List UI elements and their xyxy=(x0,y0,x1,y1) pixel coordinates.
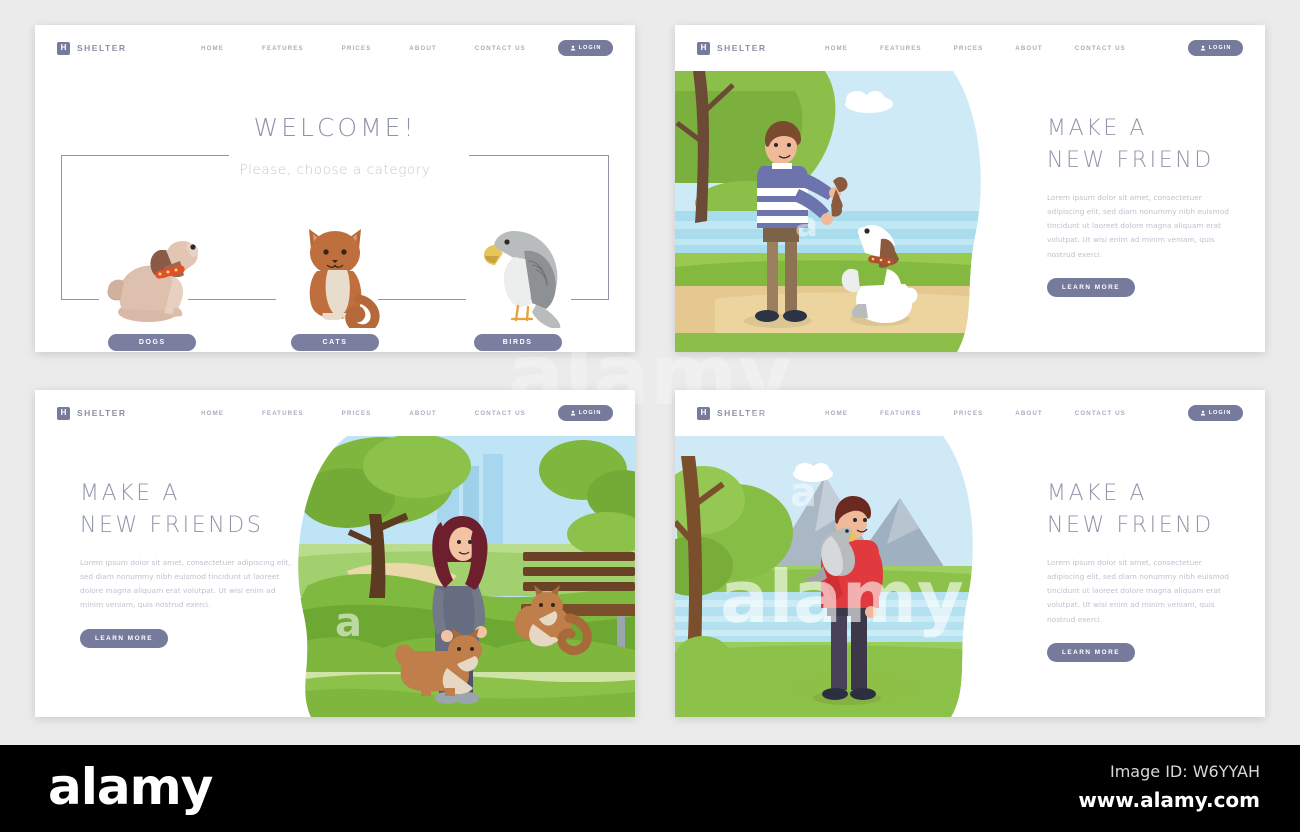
nav-links: HOME FEATURES PRICES ABOUT CONTACT US xyxy=(825,45,1126,52)
brand-logo[interactable]: H SHELTER xyxy=(57,406,177,420)
landing-page-card-bird-hero: H SHELTER HOME FEATURES PRICES ABOUT CON… xyxy=(675,390,1265,717)
nav-link-contact-us[interactable]: CONTACT US xyxy=(475,45,526,52)
brand-name: SHELTER xyxy=(717,408,767,418)
page-title: WELCOME! xyxy=(253,113,417,142)
person-icon xyxy=(570,410,575,416)
hero-copy: MAKE A NEW FRIEND Lorem ipsum dolor sit … xyxy=(1047,478,1237,662)
hero-paragraph: Lorem ipsum dolor sit amet, consectetuer… xyxy=(80,557,291,610)
nav-link-home[interactable]: HOME xyxy=(201,410,224,417)
nav-link-features[interactable]: FEATURES xyxy=(262,410,304,417)
category-button-dogs[interactable]: DOGS xyxy=(108,334,197,351)
nav-link-prices[interactable]: PRICES xyxy=(342,45,372,52)
hero-copy: MAKE A NEW FRIENDS Lorem ipsum dolor sit… xyxy=(80,478,295,648)
nav-link-contact-us[interactable]: CONTACT US xyxy=(475,410,526,417)
category-list: DOGS CATS BIRDS xyxy=(61,171,609,351)
bird-illustration xyxy=(483,231,561,328)
cat-illustration xyxy=(309,229,380,328)
nav-link-about[interactable]: ABOUT xyxy=(1015,410,1043,417)
image-id-label: Image ID: W6YYAH xyxy=(1110,762,1260,781)
nav-link-features[interactable]: FEATURES xyxy=(880,410,922,417)
landing-page-card-cat-hero: H SHELTER HOME FEATURES PRICES ABOUT CON… xyxy=(35,390,635,717)
login-button[interactable]: LOGIN xyxy=(558,40,613,56)
login-button[interactable]: LOGIN xyxy=(1188,405,1243,421)
login-label: LOGIN xyxy=(578,410,602,416)
nav-link-contact-us[interactable]: CONTACT US xyxy=(1075,410,1126,417)
shelter-logo-icon: H xyxy=(697,41,710,55)
category-item-dogs[interactable]: DOGS xyxy=(61,171,244,351)
nav-link-about[interactable]: ABOUT xyxy=(1015,45,1043,52)
login-button[interactable]: LOGIN xyxy=(558,405,613,421)
category-item-cats[interactable]: CATS xyxy=(244,171,427,351)
learn-more-button[interactable]: LEARN MORE xyxy=(80,628,168,648)
navbar: H SHELTER HOME FEATURES PRICES ABOUT CON… xyxy=(35,25,635,71)
brand-logo[interactable]: H SHELTER xyxy=(697,406,817,420)
category-button-cats[interactable]: CATS xyxy=(291,334,379,351)
hero-illustration-dog xyxy=(675,71,1023,352)
login-label: LOGIN xyxy=(1208,45,1232,51)
login-label: LOGIN xyxy=(578,45,602,51)
shelter-logo-icon: H xyxy=(57,41,70,55)
category-button-birds[interactable]: BIRDS xyxy=(473,334,562,351)
landing-page-card-welcome: H SHELTER HOME FEATURES PRICES ABOUT CON… xyxy=(35,25,635,352)
navbar: H SHELTER HOME FEATURES PRICES ABOUT CON… xyxy=(675,25,1265,71)
nav-link-home[interactable]: HOME xyxy=(201,45,224,52)
brand-name: SHELTER xyxy=(77,43,127,53)
login-button[interactable]: LOGIN xyxy=(1188,40,1243,56)
alamy-logo: alamy xyxy=(48,758,213,816)
brand-logo[interactable]: H SHELTER xyxy=(57,41,177,55)
nav-link-features[interactable]: FEATURES xyxy=(880,45,922,52)
nav-link-home[interactable]: HOME xyxy=(825,410,848,417)
brand-name: SHELTER xyxy=(717,43,767,53)
login-label: LOGIN xyxy=(1208,410,1232,416)
navbar: H SHELTER HOME FEATURES PRICES ABOUT CON… xyxy=(35,390,635,436)
hero-paragraph: Lorem ipsum dolor sit amet, consectetuer… xyxy=(1047,557,1229,624)
hero-paragraph: Lorem ipsum dolor sit amet, consectetuer… xyxy=(1047,192,1229,259)
nav-links: HOME FEATURES PRICES ABOUT CONTACT US xyxy=(201,45,526,52)
landing-page-card-dog-hero: H SHELTER HOME FEATURES PRICES ABOUT CON… xyxy=(675,25,1265,352)
alamy-url: www.alamy.com xyxy=(1078,788,1260,812)
welcome-section: WELCOME! Please, choose a category DOGS … xyxy=(35,71,635,352)
learn-more-button[interactable]: LEARN MORE xyxy=(1047,642,1135,662)
brand-logo[interactable]: H SHELTER xyxy=(697,41,817,55)
nav-link-home[interactable]: HOME xyxy=(825,45,848,52)
hero-copy: MAKE A NEW FRIEND Lorem ipsum dolor sit … xyxy=(1047,113,1237,297)
nav-link-about[interactable]: ABOUT xyxy=(409,45,437,52)
hero-illustration-bird xyxy=(675,436,1023,717)
nav-link-prices[interactable]: PRICES xyxy=(954,410,984,417)
person-icon xyxy=(1200,410,1205,416)
person-icon xyxy=(1200,45,1205,51)
navbar: H SHELTER HOME FEATURES PRICES ABOUT CON… xyxy=(675,390,1265,436)
nav-link-prices[interactable]: PRICES xyxy=(342,410,372,417)
hero-heading: MAKE A NEW FRIENDS xyxy=(80,481,264,538)
learn-more-button[interactable]: LEARN MORE xyxy=(1047,277,1135,297)
alamy-footer-bar: alamy Image ID: W6YYAH www.alamy.com xyxy=(0,745,1300,832)
nav-links: HOME FEATURES PRICES ABOUT CONTACT US xyxy=(825,410,1126,417)
hero-illustration-cats xyxy=(287,436,635,717)
hero-heading: MAKE A NEW FRIEND xyxy=(1047,481,1214,538)
nav-link-features[interactable]: FEATURES xyxy=(262,45,304,52)
shelter-logo-icon: H xyxy=(57,406,70,420)
hero-heading: MAKE A NEW FRIEND xyxy=(1047,116,1214,173)
shelter-logo-icon: H xyxy=(697,406,710,420)
nav-link-contact-us[interactable]: CONTACT US xyxy=(1075,45,1126,52)
category-item-birds[interactable]: BIRDS xyxy=(426,171,609,351)
screenshot-root: H SHELTER HOME FEATURES PRICES ABOUT CON… xyxy=(0,0,1300,832)
nav-link-prices[interactable]: PRICES xyxy=(954,45,984,52)
person-icon xyxy=(570,45,575,51)
brand-name: SHELTER xyxy=(77,408,127,418)
nav-links: HOME FEATURES PRICES ABOUT CONTACT US xyxy=(201,410,526,417)
collage-stage: H SHELTER HOME FEATURES PRICES ABOUT CON… xyxy=(0,0,1300,745)
dog-illustration xyxy=(107,240,199,322)
nav-link-about[interactable]: ABOUT xyxy=(409,410,437,417)
